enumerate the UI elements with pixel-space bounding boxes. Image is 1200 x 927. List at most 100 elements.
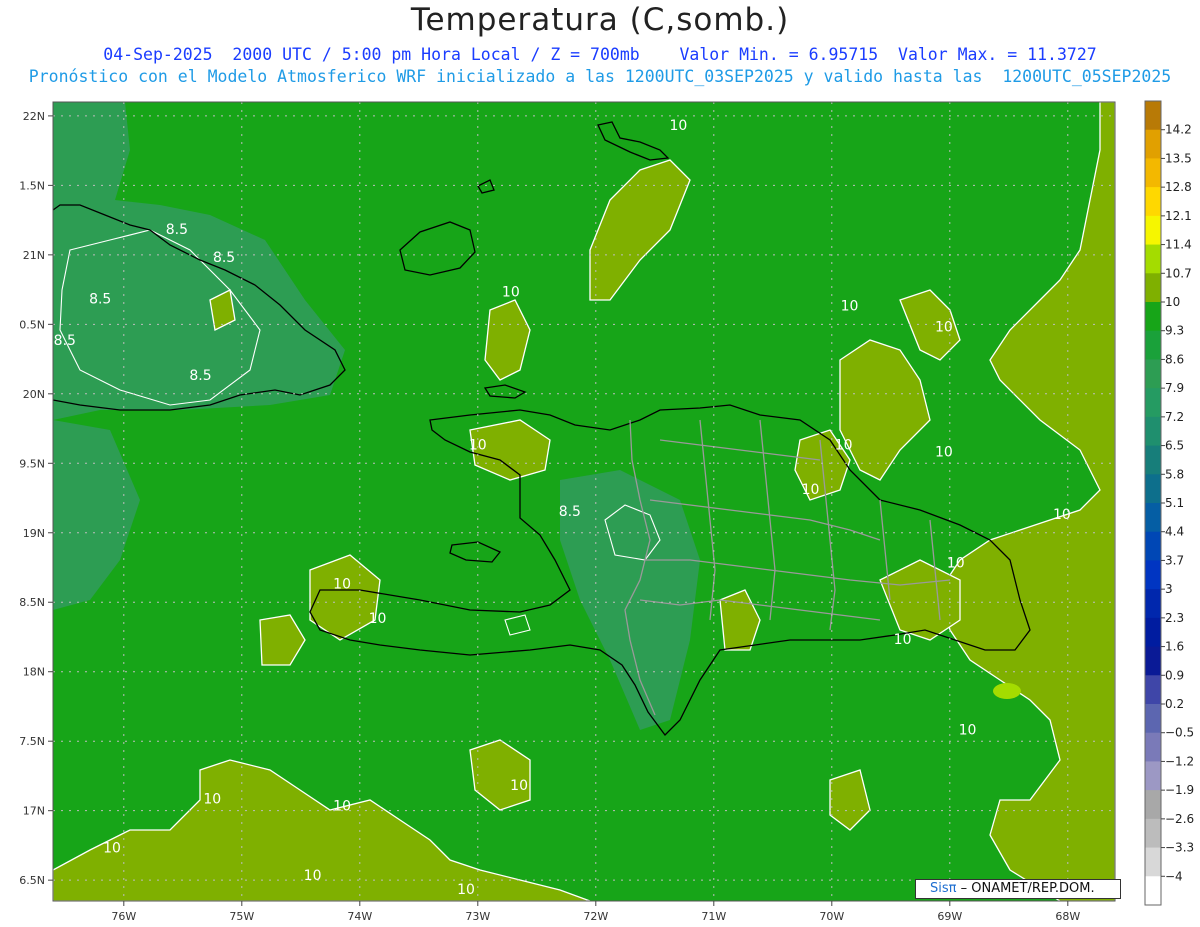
colorbar-swatch (1145, 818, 1161, 849)
x-tick-label: 69W (937, 910, 962, 923)
colorbar-swatch (1145, 560, 1161, 590)
contour-label: 10 (894, 632, 912, 648)
colorbar-swatch (1145, 101, 1161, 131)
credit-text: – ONAMET/REP.DOM. (960, 881, 1095, 896)
contour-label: 10 (935, 444, 953, 460)
colorbar-swatch (1145, 215, 1161, 246)
x-tick-label: 75W (229, 910, 254, 923)
colorbar-swatch (1145, 187, 1161, 217)
colorbar-label: 7.9 (1165, 381, 1184, 395)
colorbar-swatch (1145, 129, 1161, 159)
colorbar-swatch (1145, 646, 1161, 676)
hot-spot-east (993, 683, 1021, 699)
colorbar-swatch (1145, 503, 1161, 533)
x-tick-label: 68W (1055, 910, 1080, 923)
colorbar-label: −1.9 (1165, 783, 1194, 797)
contour-label: 10 (802, 482, 820, 498)
colorbar-swatch (1145, 244, 1161, 274)
contour-label: 10 (333, 799, 351, 815)
colorbar-label: 1.6 (1165, 640, 1184, 654)
colorbar-swatch (1145, 445, 1161, 475)
colorbar-label: 3.7 (1165, 553, 1184, 567)
colorbar-label: 0.9 (1165, 668, 1184, 682)
colorbar-label: −4 (1165, 869, 1183, 883)
contour-label: 10 (369, 611, 387, 627)
colorbar-label: 4.4 (1165, 525, 1184, 539)
colorbar-swatch (1145, 531, 1161, 561)
contour-label: 10 (835, 437, 853, 453)
colorbar-swatch (1145, 302, 1161, 332)
y-tick-label: 21N (23, 249, 45, 262)
contour-label: 10 (304, 868, 322, 884)
colorbar-label: 11.4 (1165, 238, 1192, 252)
contour-label: 10 (841, 298, 859, 314)
colorbar-label: 3 (1165, 582, 1173, 596)
colorbar-label: 6.5 (1165, 439, 1184, 453)
y-tick-label: 1.5N (19, 179, 45, 192)
contour-label: 10 (959, 722, 977, 738)
sispi-brand: Sisπ (930, 881, 957, 896)
colorbar-label: −0.5 (1165, 726, 1194, 740)
colorbar: 14.2 13.5 12.8 12.1 11.4 10.7 10 9.3 8.6 7.9 7.2 6.… (1144, 100, 1194, 906)
colorbar-swatch (1145, 273, 1161, 303)
colorbar-label: 8.6 (1165, 352, 1184, 366)
temperature-map: 10 10 10 10 10 10 10 10 10 10 10 10 10 10 10 10 10 10 10 10… (19, 100, 1194, 923)
contour-label: 10 (947, 556, 965, 572)
credit-box: Sisπ – ONAMET/REP.DOM. (915, 879, 1121, 899)
contour-label: 8.5 (559, 504, 581, 520)
y-tick-labels: 22N 1.5N 21N 0.5N 20N 9.5N 19N 8.5N 18N 7.5N 17N 6.… (19, 110, 53, 887)
contour-label: 10 (669, 118, 687, 134)
contour-label: 8.5 (89, 291, 111, 307)
y-tick-label: 8.5N (19, 596, 45, 609)
x-tick-label: 74W (347, 910, 372, 923)
x-tick-label: 71W (701, 910, 726, 923)
colorbar-swatch (1145, 589, 1161, 619)
colorbar-label: −3.3 (1165, 841, 1194, 855)
contour-label: 10 (457, 882, 475, 898)
y-tick-label: 0.5N (19, 318, 45, 331)
x-tick-label: 76W (111, 910, 136, 923)
contour-label: 8.5 (213, 250, 235, 266)
contour-label: 10 (510, 778, 528, 794)
contour-label: 8.5 (166, 222, 188, 238)
colorbar-label: −2.6 (1165, 812, 1194, 826)
contour-label: 10 (1053, 507, 1071, 523)
y-tick-label: 18N (23, 666, 45, 679)
x-tick-labels: 76W 75W 74W 73W 72W 71W 70W 69W 68W (111, 901, 1080, 923)
y-tick-label: 17N (23, 805, 45, 818)
contour-label: 10 (469, 437, 487, 453)
y-tick-label: 20N (23, 388, 45, 401)
colorbar-label: 2.3 (1165, 611, 1184, 625)
colorbar-swatch (1145, 416, 1161, 447)
x-tick-label: 70W (819, 910, 844, 923)
x-tick-label: 72W (583, 910, 608, 923)
y-tick-label: 7.5N (19, 735, 45, 748)
colorbar-label: 10 (1165, 295, 1180, 309)
colorbar-swatch (1145, 675, 1161, 705)
contour-label: 10 (935, 319, 953, 335)
contour-label: 8.5 (54, 333, 76, 349)
colorbar-swatch (1145, 876, 1161, 906)
colorbar-label: 12.8 (1165, 180, 1192, 194)
x-tick-label: 73W (465, 910, 490, 923)
colorbar-swatch (1145, 761, 1161, 791)
y-tick-label: 22N (23, 110, 45, 123)
colorbar-label: 12.1 (1165, 209, 1192, 223)
colorbar-swatch (1145, 732, 1161, 762)
contour-label: 10 (333, 576, 351, 592)
contour-label: 8.5 (189, 368, 211, 384)
colorbar-label: 7.2 (1165, 410, 1184, 424)
colorbar-swatch (1145, 330, 1161, 360)
colorbar-label: 9.3 (1165, 324, 1184, 338)
colorbar-swatch (1145, 790, 1161, 820)
contour-label: 10 (203, 792, 221, 808)
colorbar-swatch (1145, 617, 1161, 648)
y-tick-label: 9.5N (19, 457, 45, 470)
colorbar-swatch (1145, 704, 1161, 734)
colorbar-label: 5.1 (1165, 496, 1184, 510)
colorbar-label: 14.2 (1165, 123, 1192, 137)
map-field: 10 10 10 10 10 10 10 10 10 10 10 10 10 10 10 10 10 10 10 10… (53, 102, 1115, 901)
y-tick-label: 19N (23, 527, 45, 540)
colorbar-label: 13.5 (1165, 151, 1192, 165)
colorbar-swatch (1145, 847, 1161, 877)
